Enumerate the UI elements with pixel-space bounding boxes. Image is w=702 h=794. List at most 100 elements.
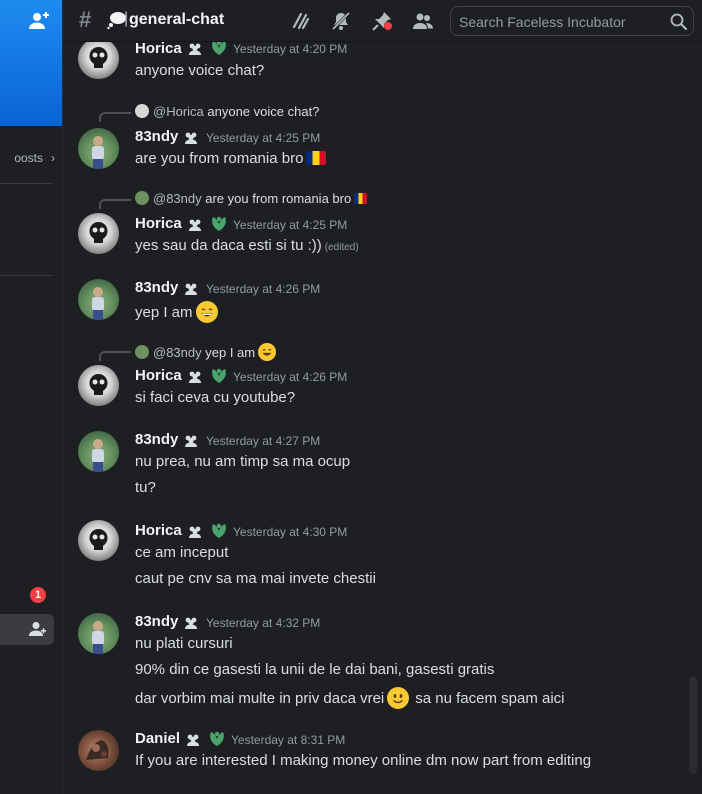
message-author[interactable]: Horica (135, 42, 182, 57)
reply-preview[interactable]: @83ndy yep I am (135, 343, 277, 361)
reply-text: yep I am (205, 345, 256, 360)
message-text: yes sau da daca esti si tu :)) (135, 237, 322, 254)
avatar[interactable] (78, 128, 119, 169)
threads-icon[interactable] (291, 11, 311, 31)
avatar[interactable] (78, 42, 119, 79)
search-box[interactable]: Search Faceless Incubator (450, 6, 694, 36)
message-text: sa nu facem spam aici (415, 690, 565, 707)
avatar[interactable] (78, 213, 119, 254)
channel-name-separator: | (124, 10, 129, 27)
edited-label: (edited) (324, 242, 359, 253)
reply-spine (99, 351, 131, 361)
search-icon (670, 13, 687, 30)
message-line: anyone voice chat? (135, 62, 265, 79)
reply-spine (99, 112, 131, 122)
message-line: caut pe cnv sa ma mai invete chestii (135, 570, 376, 587)
message-timestamp: Yesterday at 4:32 PM (206, 616, 321, 630)
message-line: If you are interested I making money onl… (135, 752, 592, 769)
message-list: Horica Yesterday at 4:20 PM anyone voice… (63, 42, 702, 794)
community-members-icon (189, 371, 201, 383)
message-author[interactable]: 83ndy (135, 431, 178, 448)
avatar[interactable] (78, 431, 119, 472)
message-text: yep I am (135, 304, 193, 321)
divider (0, 183, 53, 184)
reply-avatar (135, 191, 149, 205)
community-members-icon (185, 617, 197, 629)
chevron-right-icon: › (51, 151, 55, 165)
message-line: nu prea, nu am timp sa ma ocup (135, 453, 351, 470)
message-timestamp: Yesterday at 4:27 PM (206, 434, 321, 448)
avatar[interactable] (78, 730, 119, 771)
add-friend-icon[interactable] (29, 12, 49, 30)
channel-header: # | general-chat Search Faceless Incubat… (63, 0, 702, 42)
community-members-icon (187, 734, 199, 746)
romania-flag-emoji (354, 193, 368, 204)
message-line: si faci ceva cu youtube? (135, 389, 296, 406)
pinned-messages-icon[interactable] (372, 11, 392, 31)
message-author[interactable]: 83ndy (135, 613, 178, 630)
message-line: dar vorbim mai multe in priv daca vrei sa… (135, 687, 565, 709)
reply-avatar (135, 345, 149, 359)
grinning-face-emoji (258, 343, 277, 361)
server-banner[interactable] (0, 0, 62, 126)
message-author[interactable]: Horica (135, 367, 182, 384)
leaf-badge-icon (212, 216, 226, 231)
search-input[interactable]: Search Faceless Incubator (459, 14, 626, 30)
reply-text: are you from romania bro (205, 191, 352, 206)
avatar[interactable] (78, 279, 119, 320)
community-members-icon (189, 43, 201, 55)
message-line: ce am inceput (135, 544, 229, 561)
message-author[interactable]: 83ndy (135, 128, 178, 145)
member-list-icon[interactable] (413, 11, 433, 31)
community-members-icon (185, 435, 197, 447)
message-text: are you from romania bro (135, 150, 304, 167)
message-line: yep I am (135, 301, 218, 323)
message-line: nu plati cursuri (135, 635, 233, 652)
community-members-icon (185, 283, 197, 295)
add-member-icon (29, 622, 46, 636)
message-timestamp: Yesterday at 4:20 PM (233, 42, 348, 56)
server-boosts-link[interactable]: oosts › (0, 145, 62, 171)
avatar[interactable] (78, 613, 119, 654)
reply-preview[interactable]: @Horica anyone voice chat? (135, 104, 319, 119)
romania-flag-emoji (306, 151, 327, 165)
message-text: dar vorbim mai multe in priv daca vrei (135, 690, 385, 707)
message-timestamp: Yesterday at 4:26 PM (206, 282, 321, 296)
leaf-badge-icon (212, 523, 226, 538)
slightly-smiling-face-emoji (387, 687, 410, 709)
community-members-icon (189, 526, 201, 538)
boosts-label: oosts (14, 151, 43, 165)
reply-author: @83ndy (153, 345, 202, 360)
message-author[interactable]: 83ndy (135, 279, 178, 296)
notification-badge: 1 (30, 587, 46, 603)
text-channel-hash-icon: # (79, 7, 92, 32)
chat-scrollbar[interactable] (689, 676, 697, 774)
message-line: yes sau da daca esti si tu :)) (edited) (135, 237, 359, 254)
reply-avatar (135, 104, 149, 118)
avatar[interactable] (78, 520, 119, 561)
leaf-badge-icon (212, 42, 226, 55)
message-author[interactable]: Horica (135, 522, 182, 539)
message-line: are you from romania bro (135, 150, 327, 167)
avatar[interactable] (78, 365, 119, 406)
message-timestamp: Yesterday at 8:31 PM (231, 733, 346, 747)
community-members-icon (189, 219, 201, 231)
message-author[interactable]: Horica (135, 215, 182, 232)
notification-bell-muted-icon[interactable] (331, 11, 351, 31)
divider (0, 275, 53, 276)
server-sidebar: oosts › 1 (0, 0, 63, 794)
leaf-badge-icon (212, 368, 226, 383)
reply-author: @83ndy (153, 191, 202, 206)
channel-name: general-chat (129, 11, 225, 28)
message-line: 90% din ce gasesti la unii de le dai ban… (135, 661, 495, 678)
reply-preview[interactable]: @83ndy are you from romania bro (135, 191, 368, 206)
reply-text: anyone voice chat? (207, 104, 320, 119)
grinning-face-emoji (195, 301, 218, 323)
message-author[interactable]: Daniel (135, 730, 180, 747)
leaf-badge-icon (210, 731, 224, 746)
reply-spine (99, 199, 131, 209)
reply-author: @Horica (153, 104, 204, 119)
message-timestamp: Yesterday at 4:30 PM (233, 525, 348, 539)
sidebar-item-members[interactable] (0, 614, 54, 645)
message-timestamp: Yesterday at 4:26 PM (233, 370, 348, 384)
